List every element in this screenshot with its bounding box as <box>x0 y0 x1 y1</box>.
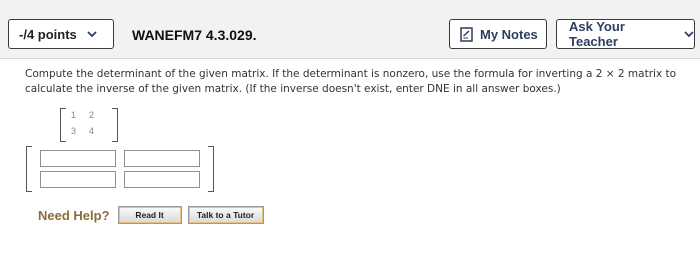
question-header: -/4 points WANEFM7 4.3.029. My Notes Ask… <box>0 0 700 59</box>
given-matrix: 1 2 3 4 <box>60 108 124 142</box>
answer-input-r1c2[interactable] <box>124 150 200 167</box>
ask-teacher-label: Ask Your Teacher <box>569 19 625 49</box>
inverse-answer-grid <box>26 146 216 192</box>
need-help-label: Need Help? <box>38 207 110 223</box>
chevron-down-icon <box>684 31 694 38</box>
my-notes-label: My Notes <box>480 26 538 42</box>
note-icon <box>460 26 473 42</box>
talk-to-tutor-button[interactable]: Talk to a Tutor <box>187 206 264 224</box>
read-it-button[interactable]: Read It <box>117 206 182 224</box>
assignment-id: WANEFM7 4.3.029. <box>132 27 257 43</box>
my-notes-button[interactable]: My Notes <box>449 19 547 49</box>
matrix-cell: 4 <box>89 126 95 136</box>
points-label: -/4 points <box>19 26 77 42</box>
answer-input-r1c1[interactable] <box>40 150 116 167</box>
help-row: Need Help? Read It Talk to a Tutor <box>38 205 270 225</box>
right-bracket <box>112 108 118 142</box>
points-dropdown[interactable]: -/4 points <box>8 19 114 49</box>
matrix-cell: 2 <box>89 110 95 120</box>
chevron-down-icon <box>87 31 97 38</box>
left-bracket <box>26 146 32 192</box>
matrix-cell: 1 <box>71 110 77 120</box>
answer-input-r2c2[interactable] <box>124 171 200 188</box>
question-text: Compute the determinant of the given mat… <box>25 68 677 95</box>
ask-teacher-dropdown[interactable]: Ask Your Teacher <box>556 19 695 49</box>
right-bracket <box>208 146 214 192</box>
left-bracket <box>60 108 66 142</box>
answer-input-r2c1[interactable] <box>40 171 116 188</box>
matrix-cell: 3 <box>71 126 77 136</box>
